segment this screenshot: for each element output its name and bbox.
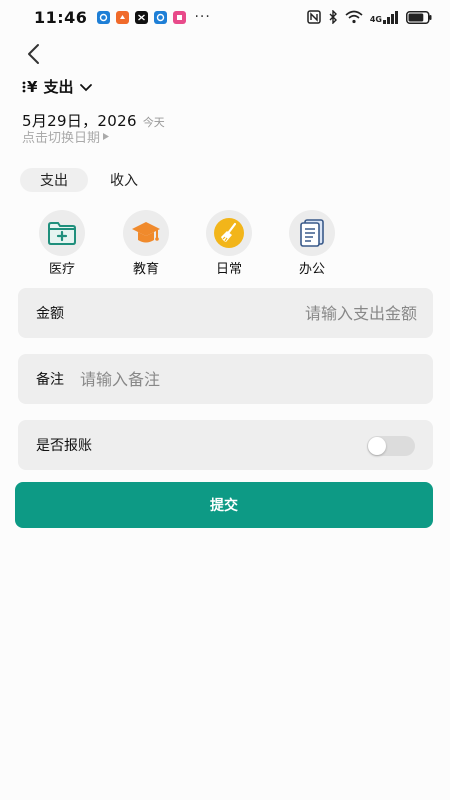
toggle-knob: [368, 437, 386, 455]
category-office[interactable]: 办公: [282, 210, 342, 277]
amount-label: 金额: [36, 306, 64, 322]
battery-icon: [406, 10, 432, 24]
category-icon-bg: [289, 210, 335, 256]
wifi-icon: [345, 10, 363, 24]
tab-income[interactable]: 收入: [96, 168, 152, 192]
submit-button[interactable]: 提交: [15, 482, 433, 528]
category-label: 办公: [298, 262, 325, 277]
category-label: 日常: [215, 262, 242, 277]
switch-date-label: 点击切换日期: [22, 131, 101, 146]
type-icon-group: ¥: [22, 78, 37, 96]
status-bar: 11:46 ··· 4G: [0, 0, 450, 34]
type-selector[interactable]: ¥ 支出: [22, 76, 93, 97]
category-label: 教育: [132, 262, 159, 277]
bluetooth-icon: [329, 10, 337, 24]
cellular-indicator: 4G: [369, 10, 399, 24]
document-icon: [300, 219, 324, 247]
status-left: 11:46 ···: [34, 8, 211, 27]
app-notification-icon: [135, 10, 149, 24]
reimburse-card: 是否报账: [18, 420, 433, 470]
today-label: 今天: [142, 116, 165, 129]
yuan-icon: ¥: [27, 77, 38, 96]
app-notification-icon: [116, 10, 130, 24]
tab-expense[interactable]: 支出: [20, 168, 88, 192]
category-label: 医疗: [48, 262, 75, 277]
medical-folder-icon: [48, 222, 76, 245]
graduation-cap-icon: [132, 222, 160, 243]
app-notification-icon: [173, 10, 187, 24]
reimburse-toggle[interactable]: [367, 436, 415, 456]
note-input[interactable]: [64, 368, 433, 390]
tab-expense-label: 支出: [40, 173, 68, 189]
vertical-dots-icon: [22, 81, 26, 92]
status-time: 11:46: [34, 7, 88, 27]
broom-icon: [214, 218, 244, 248]
amount-card: 金额: [18, 288, 433, 338]
app-notification-icon: [97, 10, 111, 24]
tab-income-label: 收入: [110, 173, 138, 189]
back-button[interactable]: [20, 40, 48, 68]
switch-date-hint[interactable]: 点击切换日期: [22, 127, 110, 146]
category-daily[interactable]: 日常: [199, 210, 259, 277]
more-notifications-icon: ···: [194, 9, 211, 25]
reimburse-label: 是否报账: [36, 438, 92, 454]
category-education[interactable]: 教育: [116, 210, 176, 277]
chevron-down-icon: [80, 83, 93, 91]
app-notification-icon: [154, 10, 168, 24]
network-type-label: 4G: [369, 14, 382, 24]
play-triangle-icon: [103, 133, 110, 140]
note-label: 备注: [36, 372, 64, 388]
category-icon-bg: [123, 210, 169, 256]
signal-icon: [383, 10, 398, 24]
type-label: 支出: [43, 78, 74, 96]
status-right: 4G: [307, 10, 432, 24]
note-card: 备注: [18, 354, 433, 404]
nfc-icon: [307, 10, 321, 24]
category-icon-bg: [39, 210, 85, 256]
category-icon-bg: [206, 210, 252, 256]
chevron-left-icon: [28, 44, 39, 64]
amount-input[interactable]: [64, 302, 433, 324]
category-medical[interactable]: 医疗: [32, 210, 92, 277]
